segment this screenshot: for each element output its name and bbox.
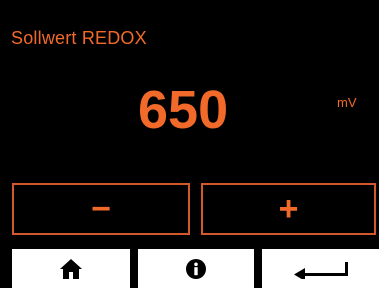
plus-label: + (278, 190, 299, 228)
return-arrow-icon (293, 261, 348, 279)
minus-label: − (91, 190, 111, 228)
info-icon (186, 258, 206, 279)
home-button[interactable] (12, 249, 130, 288)
back-button[interactable] (262, 249, 379, 288)
device-screen: Sollwert REDOX 650 mV − + (0, 0, 379, 288)
setpoint-value: 650 (138, 80, 229, 140)
setpoint-unit: mV (337, 95, 357, 110)
page-title: Sollwert REDOX (11, 28, 147, 48)
home-icon (60, 258, 82, 279)
decrease-button[interactable]: − (12, 183, 190, 235)
increase-button[interactable]: + (201, 183, 376, 235)
info-button[interactable] (138, 249, 254, 288)
